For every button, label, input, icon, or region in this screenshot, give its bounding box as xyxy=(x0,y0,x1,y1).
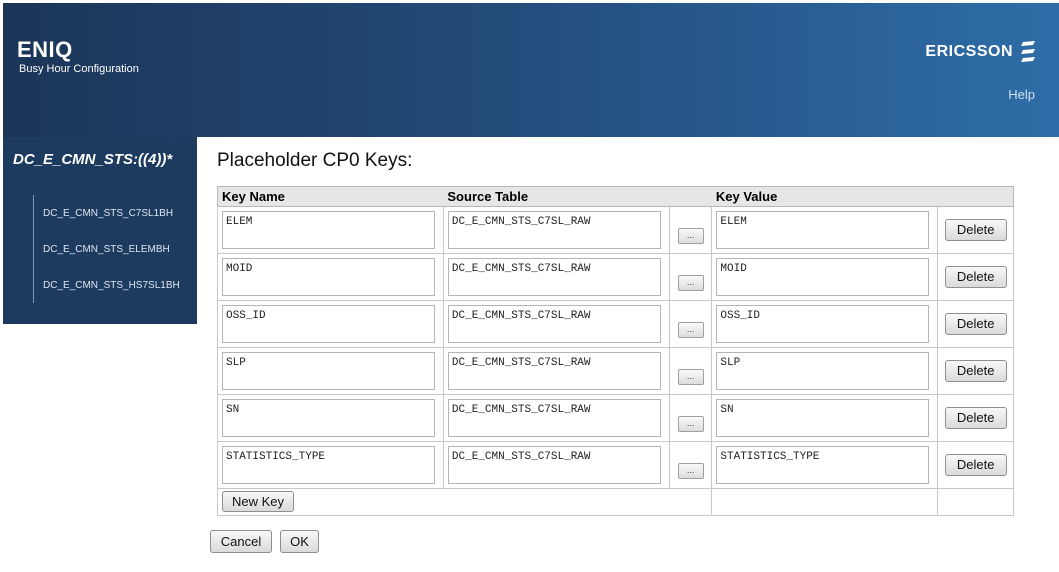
source-table-field[interactable]: DC_E_CMN_STS_C7SL_RAW xyxy=(447,399,661,437)
browse-source-button[interactable]: ... xyxy=(677,463,704,479)
table-row: ELEM DC_E_CMN_STS_C7SL_RAW ... ELEM Dele… xyxy=(217,206,1014,254)
key-name-field[interactable]: SLP xyxy=(222,352,435,390)
table-footer-row: New Key xyxy=(216,488,1014,516)
key-value-field[interactable]: SLP xyxy=(716,352,930,390)
key-name-field[interactable]: MOID xyxy=(222,258,435,296)
brand-logo: ERICSSON xyxy=(925,41,1037,63)
delete-button[interactable]: Delete xyxy=(944,219,1007,241)
browse-source-button[interactable]: ... xyxy=(677,322,704,338)
page-title: Placeholder CP0 Keys: xyxy=(217,150,413,171)
sidebar-item-hs7sl1bh[interactable]: DC_E_CMN_STS_HS7SL1BH xyxy=(43,280,180,291)
app-name: ENIQ xyxy=(17,37,73,62)
source-table-field[interactable]: DC_E_CMN_STS_C7SL_RAW xyxy=(447,446,661,484)
help-link[interactable]: Help xyxy=(1008,87,1035,102)
delete-button[interactable]: Delete xyxy=(944,360,1007,382)
key-value-field[interactable]: SN xyxy=(716,399,930,437)
table-row: SN DC_E_CMN_STS_C7SL_RAW ... SN Delete xyxy=(217,394,1014,442)
delete-button[interactable]: Delete xyxy=(944,407,1007,429)
key-value-field[interactable]: OSS_ID xyxy=(716,305,930,343)
table-row: STATISTICS_TYPE DC_E_CMN_STS_C7SL_RAW ..… xyxy=(217,441,1014,489)
table-row: MOID DC_E_CMN_STS_C7SL_RAW ... MOID Dele… xyxy=(217,253,1014,301)
table-header-row: Key Name Source Table Key Value xyxy=(217,186,1014,207)
key-value-field[interactable]: ELEM xyxy=(716,211,930,249)
new-key-button[interactable]: New Key xyxy=(222,491,294,512)
key-name-field[interactable]: STATISTICS_TYPE xyxy=(222,446,435,484)
browse-source-button[interactable]: ... xyxy=(677,275,704,291)
delete-button[interactable]: Delete xyxy=(944,266,1007,288)
column-header-source-table: Source Table xyxy=(443,186,712,207)
table-row: SLP DC_E_CMN_STS_C7SL_RAW ... SLP Delete xyxy=(217,347,1014,395)
ericsson-logo-icon xyxy=(1021,41,1035,62)
key-value-field[interactable]: MOID xyxy=(716,258,930,296)
app-header: ENIQ Busy Hour Configuration ERICSSON He… xyxy=(3,3,1059,137)
sidebar-item-c7sl1bh[interactable]: DC_E_CMN_STS_C7SL1BH xyxy=(43,208,173,219)
key-name-field[interactable]: OSS_ID xyxy=(222,305,435,343)
delete-button[interactable]: Delete xyxy=(944,454,1007,476)
key-name-field[interactable]: SN xyxy=(222,399,435,437)
browse-source-button[interactable]: ... xyxy=(677,416,704,432)
source-table-field[interactable]: DC_E_CMN_STS_C7SL_RAW xyxy=(447,258,661,296)
keys-table: Key Name Source Table Key Value ELEM DC_… xyxy=(216,186,1014,516)
source-table-field[interactable]: DC_E_CMN_STS_C7SL_RAW xyxy=(447,352,661,390)
key-value-field[interactable]: STATISTICS_TYPE xyxy=(716,446,930,484)
cancel-button[interactable]: Cancel xyxy=(210,530,272,553)
source-table-field[interactable]: DC_E_CMN_STS_C7SL_RAW xyxy=(447,211,661,249)
brand-name: ERICSSON xyxy=(925,43,1013,60)
key-name-field[interactable]: ELEM xyxy=(222,211,435,249)
column-header-key-name: Key Name xyxy=(217,186,444,207)
sidebar: DC_E_CMN_STS:((4))* DC_E_CMN_STS_C7SL1BH… xyxy=(3,137,197,324)
app-subtitle: Busy Hour Configuration xyxy=(19,63,139,75)
delete-button[interactable]: Delete xyxy=(944,313,1007,335)
browse-source-button[interactable]: ... xyxy=(677,228,704,244)
sidebar-item-elembh[interactable]: DC_E_CMN_STS_ELEMBH xyxy=(43,244,170,255)
browse-source-button[interactable]: ... xyxy=(677,369,704,385)
source-table-field[interactable]: DC_E_CMN_STS_C7SL_RAW xyxy=(447,305,661,343)
sidebar-title: DC_E_CMN_STS:((4))* xyxy=(13,151,173,168)
sidebar-divider xyxy=(33,195,34,303)
column-header-key-value: Key Value xyxy=(711,186,1014,207)
ok-button[interactable]: OK xyxy=(280,530,319,553)
table-row: OSS_ID DC_E_CMN_STS_C7SL_RAW ... OSS_ID … xyxy=(217,300,1014,348)
